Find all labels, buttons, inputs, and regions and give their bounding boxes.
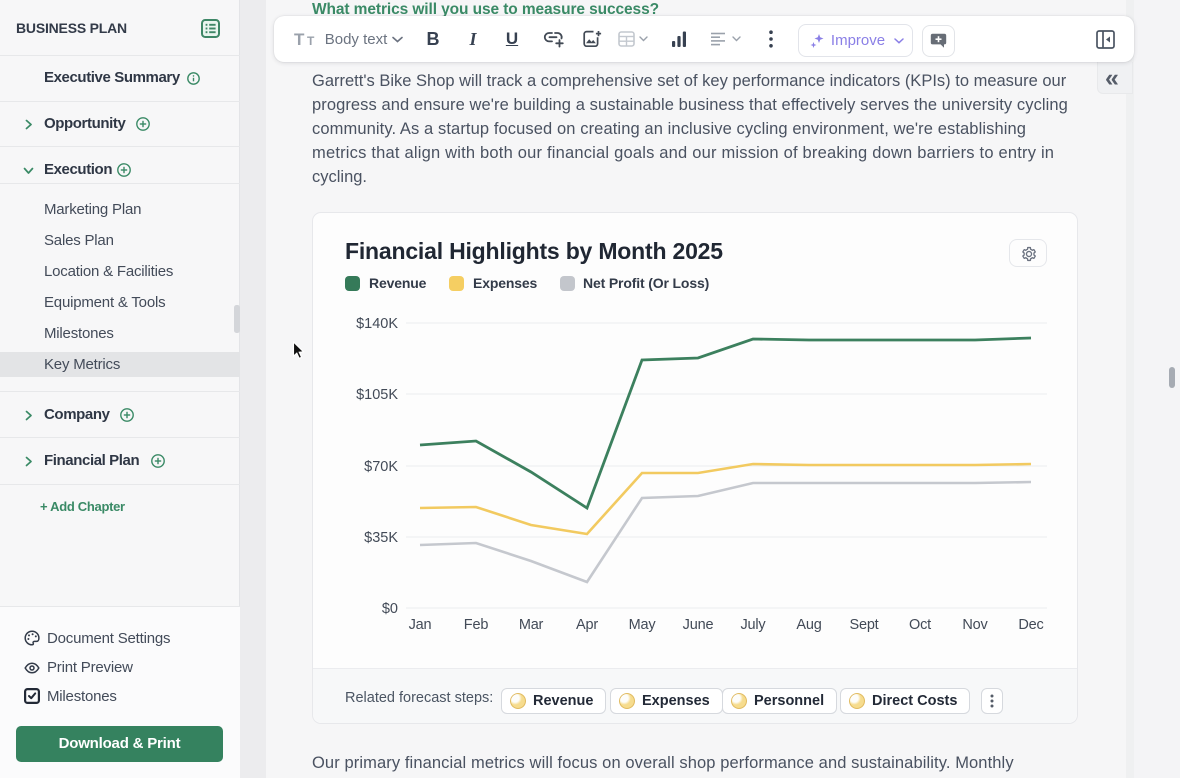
svg-text:Apr: Apr xyxy=(576,617,598,633)
svg-text:Mar: Mar xyxy=(519,617,544,633)
svg-text:Oct: Oct xyxy=(909,617,931,633)
svg-text:Aug: Aug xyxy=(796,617,821,633)
svg-text:May: May xyxy=(629,617,657,633)
svg-text:$0: $0 xyxy=(382,601,398,617)
svg-text:July: July xyxy=(741,617,767,633)
svg-text:Sept: Sept xyxy=(849,617,878,633)
svg-text:T: T xyxy=(294,30,305,48)
svg-text:$70K: $70K xyxy=(364,459,398,475)
svg-text:T: T xyxy=(307,34,315,48)
svg-text:$140K: $140K xyxy=(356,316,398,332)
svg-text:Dec: Dec xyxy=(1018,617,1043,633)
svg-text:Nov: Nov xyxy=(962,617,988,633)
svg-text:Feb: Feb xyxy=(464,617,489,633)
svg-text:$105K: $105K xyxy=(356,387,398,403)
svg-text:June: June xyxy=(683,617,714,633)
svg-text:Jan: Jan xyxy=(409,617,432,633)
svg-text:$35K: $35K xyxy=(364,530,398,546)
